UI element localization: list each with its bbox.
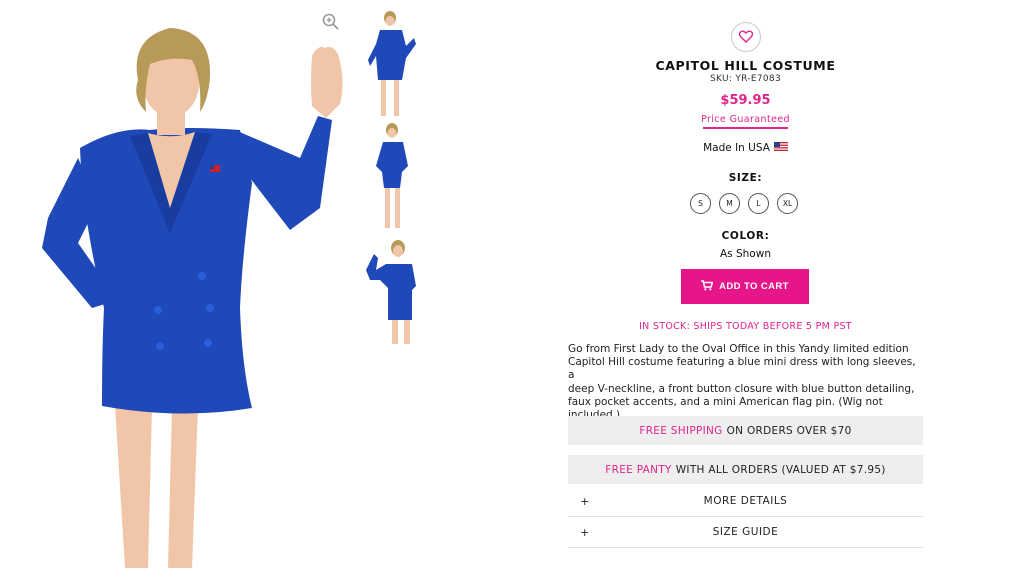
- free-shipping-highlight: FREE SHIPPING: [639, 424, 723, 437]
- size-option-xl[interactable]: XL: [777, 193, 798, 214]
- made-in-label: Made In USA: [703, 142, 770, 154]
- made-in: Made In USA: [568, 142, 923, 154]
- size-guide-accordion[interactable]: + SIZE GUIDE: [568, 517, 923, 548]
- description-line: Capitol Hill costume featuring a blue mi…: [568, 356, 916, 382]
- size-selector: S M L XL: [690, 193, 798, 214]
- price-guarantee-underline: [703, 127, 788, 129]
- cart-icon: [701, 279, 714, 294]
- thumbnail-1[interactable]: [366, 8, 416, 116]
- color-value: As Shown: [720, 248, 771, 260]
- free-panty-highlight: FREE PANTY: [605, 463, 672, 476]
- free-shipping-banner: FREE SHIPPING ON ORDERS OVER $70: [568, 416, 923, 445]
- size-option-m[interactable]: M: [719, 193, 740, 214]
- product-price: $59.95: [720, 93, 771, 108]
- thumbnail-2[interactable]: [366, 122, 416, 230]
- size-label: SIZE:: [728, 172, 763, 184]
- thumbnail-3[interactable]: [366, 236, 416, 344]
- zoom-in-icon[interactable]: [321, 12, 341, 32]
- product-description: Go from First Lady to the Oval Office in…: [568, 343, 923, 422]
- size-guide-label: SIZE GUIDE: [712, 526, 779, 538]
- add-to-cart-label: ADD TO CART: [719, 281, 789, 292]
- product-title: CAPITOL HILL COSTUME: [655, 58, 836, 73]
- more-details-accordion[interactable]: + MORE DETAILS: [568, 486, 923, 517]
- price-guarantee-link[interactable]: Price Guaranteed: [568, 114, 923, 125]
- stock-status: IN STOCK: SHIPS TODAY BEFORE 5 PM PST: [639, 321, 852, 332]
- add-to-cart-button[interactable]: ADD TO CART: [681, 269, 809, 304]
- more-details-label: MORE DETAILS: [703, 495, 788, 507]
- main-product-image[interactable]: [20, 8, 350, 572]
- plus-icon: +: [580, 525, 590, 539]
- size-option-l[interactable]: L: [748, 193, 769, 214]
- free-panty-text: WITH ALL ORDERS (VALUED AT $7.95): [675, 463, 886, 476]
- heart-icon: [738, 28, 754, 47]
- description-line: faux pocket accents, and a mini American…: [568, 395, 883, 408]
- size-option-s[interactable]: S: [690, 193, 711, 214]
- description-line: Go from First Lady to the Oval Office in…: [568, 343, 909, 355]
- product-sku: SKU: YR-E7083: [710, 74, 781, 84]
- free-shipping-text: ON ORDERS OVER $70: [726, 424, 852, 437]
- free-panty-banner: FREE PANTY WITH ALL ORDERS (VALUED AT $7…: [568, 455, 923, 484]
- description-line: deep V-neckline, a front button closure …: [568, 382, 915, 395]
- plus-icon: +: [580, 494, 590, 508]
- wishlist-button[interactable]: [731, 22, 761, 52]
- color-label: COLOR:: [721, 230, 770, 242]
- us-flag-icon: [773, 142, 788, 154]
